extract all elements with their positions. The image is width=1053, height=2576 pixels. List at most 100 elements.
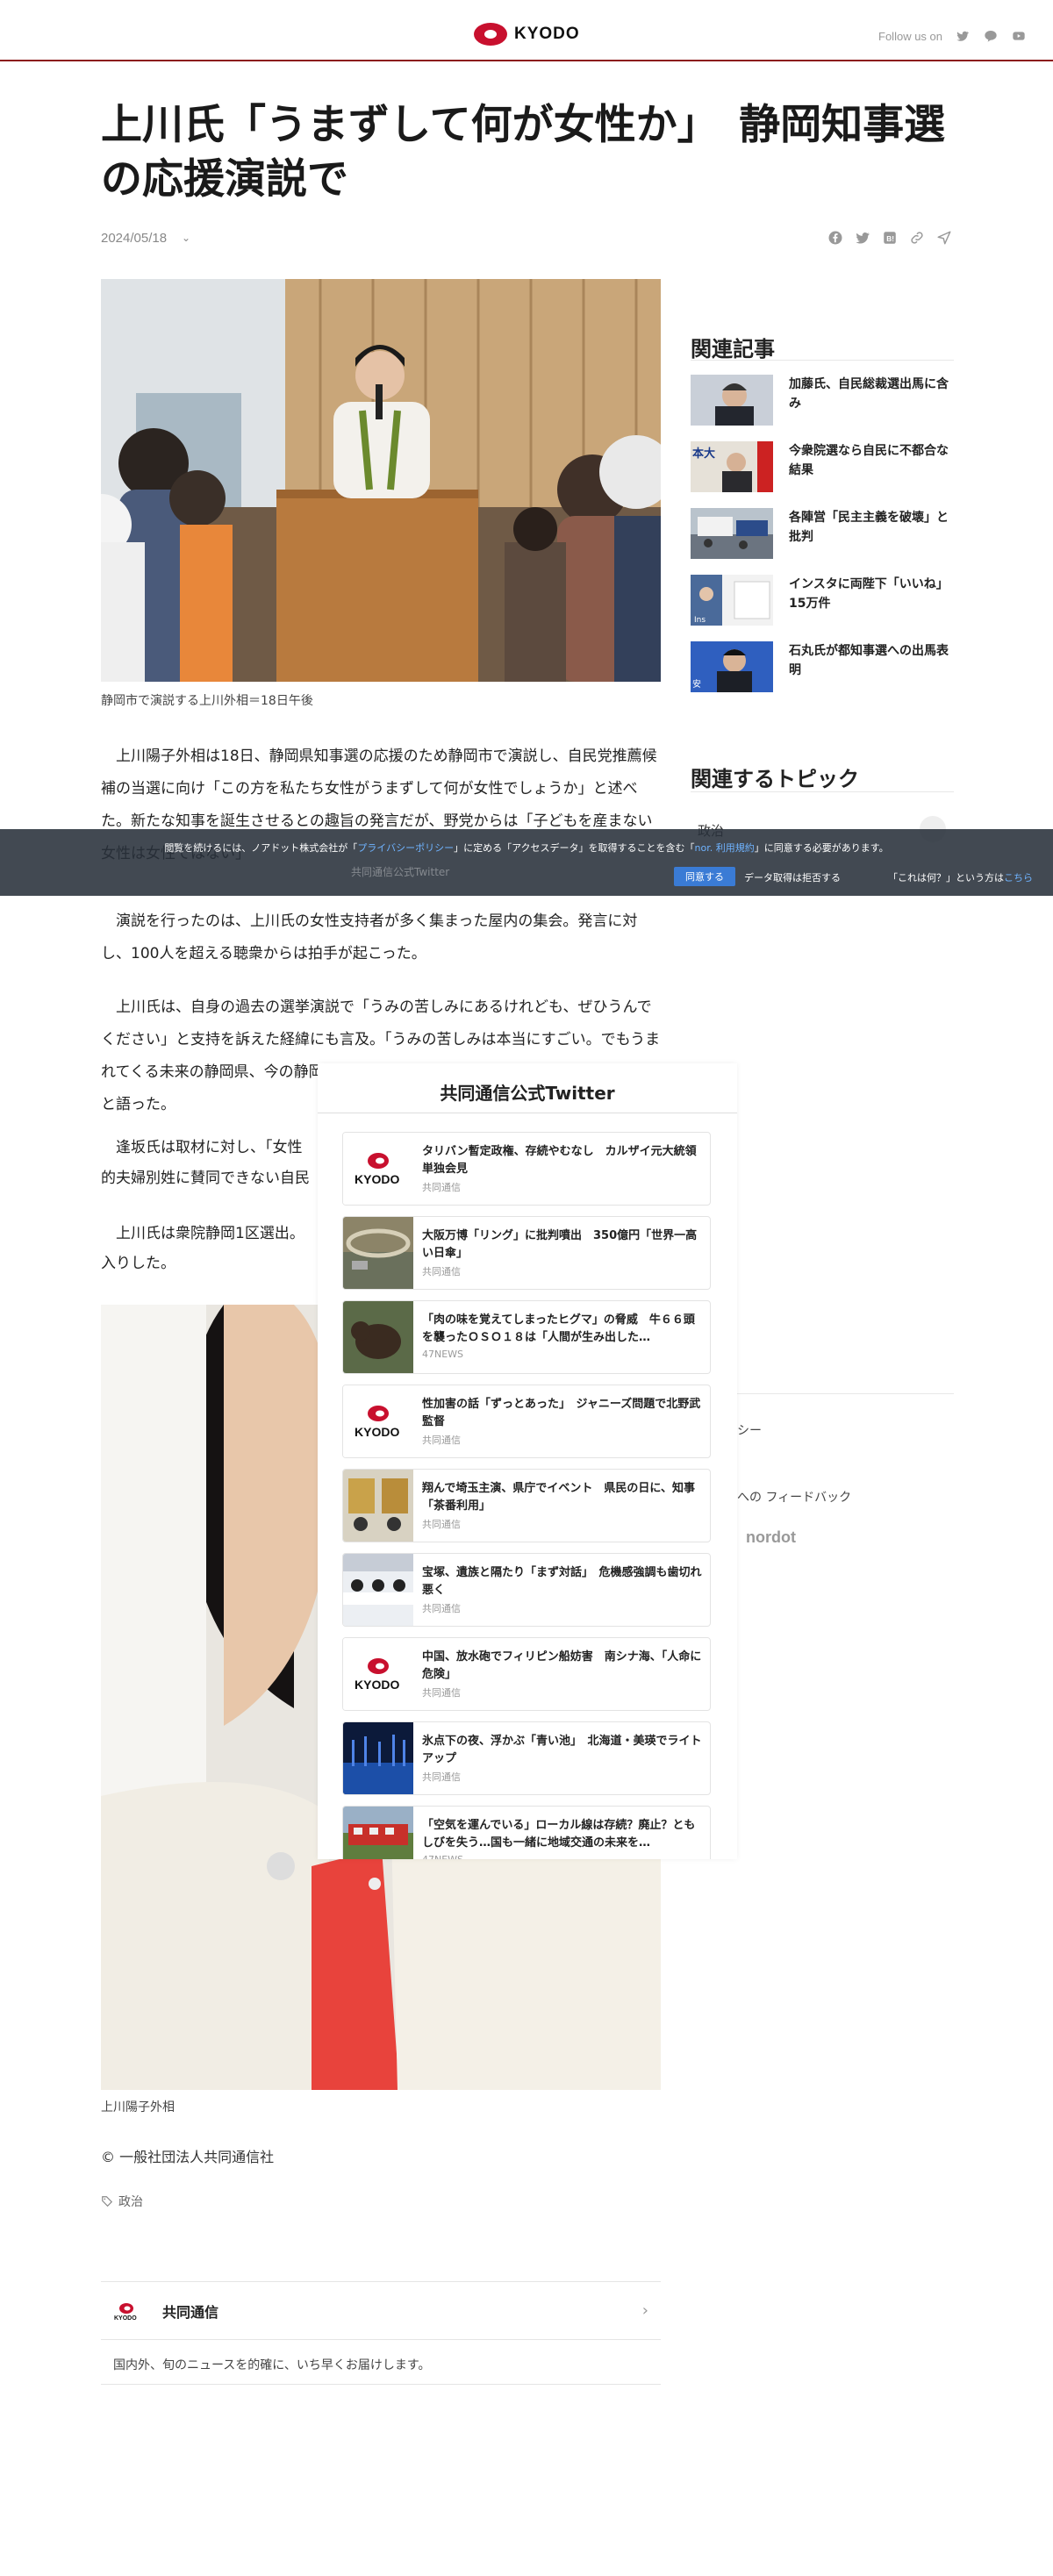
tweet-source: 共同通信 — [422, 1687, 461, 1699]
tweet-card[interactable]: KYODO 中国、放水砲でフィリピン船妨害 南シナ海、「人命に危険」共同通信 — [342, 1637, 711, 1711]
tweet-headline: 中国、放水砲でフィリピン船妨害 南シナ海、「人命に危険」 — [422, 1650, 702, 1681]
divider — [737, 1393, 954, 1394]
nordot-logo: nordot — [746, 1528, 796, 1546]
copyright: © 一般社団法人共同通信社 — [101, 2149, 275, 2165]
publisher-link[interactable]: KYODO 共同通信 › — [101, 2282, 661, 2340]
tweet-card[interactable]: 大阪万博「リング」に批判噴出 350億円「世界一高い日傘」 共同通信 — [342, 1216, 711, 1290]
tweet-thumbnail: KYODO — [343, 1638, 413, 1710]
cookie-text-part: 閲覧を続けるには、ノアドット株式会社が「 — [164, 842, 358, 854]
related-article[interactable]: 各陣営「民主主義を破壊」と批判 — [691, 508, 954, 559]
send-icon[interactable] — [936, 230, 952, 246]
related-topics-title: 関連するトピック — [691, 767, 859, 791]
related-article[interactable]: 安 石丸氏が都知事選への出馬表明 — [691, 641, 954, 692]
tweet-headline: 「肉の味を覚えてしまったヒグマ」の脅威 牛６６頭を襲ったＯＳＯ１８は「人間が生み… — [422, 1313, 695, 1344]
tweet-thumbnail — [343, 1217, 413, 1289]
tweet-card[interactable]: KYODO タリバン暫定政権、存続やむなし カルザイ元大統領単独会見共同通信 — [342, 1132, 711, 1206]
divider — [691, 360, 954, 361]
publisher-box: KYODO 共同通信 › 国内外、旬のニュースを的確に、いち早くお届けします。 — [101, 2281, 661, 2385]
facebook-icon[interactable] — [827, 230, 843, 246]
site-header: KYODO Follow us on — [0, 0, 1053, 61]
cookie-text-part: 」に同意する必要があります。 — [754, 842, 889, 854]
tweet-headline: タリバン暫定政権、存続やむなし カルザイ元大統領単独会見 — [422, 1145, 697, 1176]
follow-us: Follow us on — [878, 29, 1027, 43]
photo-caption: 上川陽子外相 — [101, 2100, 175, 2114]
share-buttons: B! — [827, 230, 952, 246]
twitter-icon[interactable] — [855, 230, 870, 246]
tweet-headline: 宝塚、遺族と隔たり「まず対話」 危機感強調も歯切れ悪く — [422, 1566, 702, 1597]
related-thumbnail — [691, 375, 773, 426]
tweet-thumbnail — [343, 1722, 413, 1794]
what-is-this: 「これは何？」という方はこちら — [888, 870, 1033, 884]
svg-text:KYODO: KYODO — [114, 2315, 137, 2321]
article-paragraph: 演説を行ったのは、上川氏の女性支持者が多く集まった屋内の集会。発言に対し、100… — [101, 912, 638, 962]
related-thumbnail: 安 — [691, 641, 773, 692]
tweet-source: 共同通信 — [422, 1519, 461, 1530]
related-title: 加藤氏、自民総裁選出馬に含み — [789, 377, 949, 411]
brand-name: KYODO — [514, 25, 580, 43]
tweet-headline: 性加害の話「ずっとあった」 ジャニーズ問題で北野武監督 — [422, 1398, 701, 1428]
related-thumbnail — [691, 508, 773, 559]
related-article[interactable]: 加藤氏、自民総裁選出馬に含み — [691, 375, 954, 426]
tweet-source: 共同通信 — [422, 1603, 461, 1614]
publisher-name: 共同通信 — [162, 2303, 219, 2321]
tweet-card[interactable]: 宝塚、遺族と隔たり「まず対話」 危機感強調も歯切れ悪く共同通信 — [342, 1553, 711, 1627]
tweet-card[interactable]: 氷点下の夜、浮かぶ「青い池」 北海道・美瑛でライトアップ共同通信 — [342, 1721, 711, 1795]
twitter-widget-panel: 共同通信公式Twitter KYODO タリバン暫定政権、存続やむなし カルザイ元… — [318, 1063, 737, 1859]
related-article[interactable]: Ins インスタに両陛下「いいね」15万件 — [691, 575, 954, 626]
tweet-headline: 「空気を運んでいる」ローカル線は存続？廃止？ともしびを失う…国も一緒に地域交通の… — [422, 1819, 696, 1850]
tweet-thumbnail: KYODO — [343, 1133, 413, 1205]
article-photo-speech — [101, 279, 661, 682]
twitter-section-label-behind: 共同通信公式Twitter — [351, 866, 450, 878]
svg-text:KYODO: KYODO — [355, 1678, 399, 1692]
kyodo-logo-mark — [474, 23, 507, 46]
tweet-card[interactable]: 「空気を運んでいる」ローカル線は存続？廃止？ともしびを失う…国も一緒に地域交通の… — [342, 1806, 711, 1859]
related-title: 石丸氏が都知事選への出馬表明 — [789, 644, 949, 677]
tweet-source: 共同通信 — [422, 1266, 461, 1277]
hatena-icon[interactable]: B! — [882, 230, 898, 246]
tweet-source: 共同通信 — [422, 1771, 461, 1783]
tweet-source: 47NEWS — [422, 1349, 464, 1360]
tweet-thumbnail — [343, 1807, 413, 1859]
terms-link[interactable]: nor. 利用規約 — [695, 842, 755, 854]
what-is-this-text: 「これは何？」という方は — [888, 872, 1004, 884]
divider — [691, 791, 954, 792]
youtube-icon[interactable] — [1011, 29, 1027, 43]
svg-text:本大: 本大 — [692, 447, 715, 461]
tweet-thumbnail: KYODO — [343, 1385, 413, 1457]
tweet-source: 共同通信 — [422, 1182, 461, 1193]
tweet-thumbnail — [343, 1470, 413, 1542]
twitter-widget-title: 共同通信公式Twitter — [440, 1083, 615, 1104]
article-date: 2024/05/18 — [101, 231, 168, 246]
related-title: インスタに両陛下「いいね」15万件 — [789, 577, 949, 611]
tweet-headline: 翔んで埼玉主演、県庁でイベント 県民の日に、知事「茶番利用」 — [422, 1482, 695, 1513]
related-article[interactable]: 本大 今衆院選なら自民に不都合な結果 — [691, 441, 954, 492]
svg-text:KYODO: KYODO — [355, 1425, 399, 1439]
article-tag[interactable]: 政治 — [101, 2193, 143, 2210]
accept-button[interactable]: 同意する — [674, 867, 735, 886]
chevron-down-icon[interactable]: ⌄ — [182, 232, 190, 244]
kyodo-logo[interactable]: KYODO — [474, 23, 580, 46]
svg-text:Ins: Ins — [694, 616, 706, 625]
privacy-policy-link[interactable]: プライバシーポリシー — [357, 842, 454, 854]
link-icon[interactable] — [909, 230, 925, 246]
photo-caption: 静岡市で演説する上川外相＝18日午後 — [101, 694, 313, 708]
tweet-thumbnail — [343, 1554, 413, 1626]
cookie-message: 閲覧を続けるには、ノアドット株式会社が「プライバシーポリシー」に定める「アクセス… — [0, 841, 1053, 855]
tweet-card[interactable]: 翔んで埼玉主演、県庁でイベント 県民の日に、知事「茶番利用」共同通信 — [342, 1469, 711, 1542]
related-thumbnail: Ins — [691, 575, 773, 626]
cookie-text-part: 」に定める「アクセスデータ」を取得することを含む「 — [454, 842, 695, 854]
line-icon[interactable] — [983, 29, 999, 43]
tweet-source: 47NEWS — [422, 1854, 463, 1859]
tweet-card[interactable]: KYODO 性加害の話「ずっとあった」 ジャニーズ問題で北野武監督 共同通信 — [342, 1385, 711, 1458]
what-is-this-link[interactable]: こちら — [1004, 872, 1033, 884]
twitter-icon[interactable] — [955, 29, 971, 43]
tweet-thumbnail — [343, 1301, 413, 1373]
tweet-card[interactable]: 「肉の味を覚えてしまったヒグマ」の脅威 牛６６頭を襲ったＯＳＯ１８は「人間が生み… — [342, 1300, 711, 1374]
tweet-headline: 氷点下の夜、浮かぶ「青い池」 北海道・美瑛でライトアップ — [422, 1735, 702, 1765]
footer-link[interactable]: シー — [737, 1421, 762, 1439]
related-title: 今衆院選なら自民に不都合な結果 — [789, 444, 949, 477]
footer-link[interactable]: への フィードバック — [737, 1488, 851, 1506]
related-thumbnail: 本大 — [691, 441, 773, 492]
decline-link[interactable]: データ取得は拒否する — [744, 870, 841, 884]
related-articles-title: 関連記事 — [691, 337, 775, 361]
